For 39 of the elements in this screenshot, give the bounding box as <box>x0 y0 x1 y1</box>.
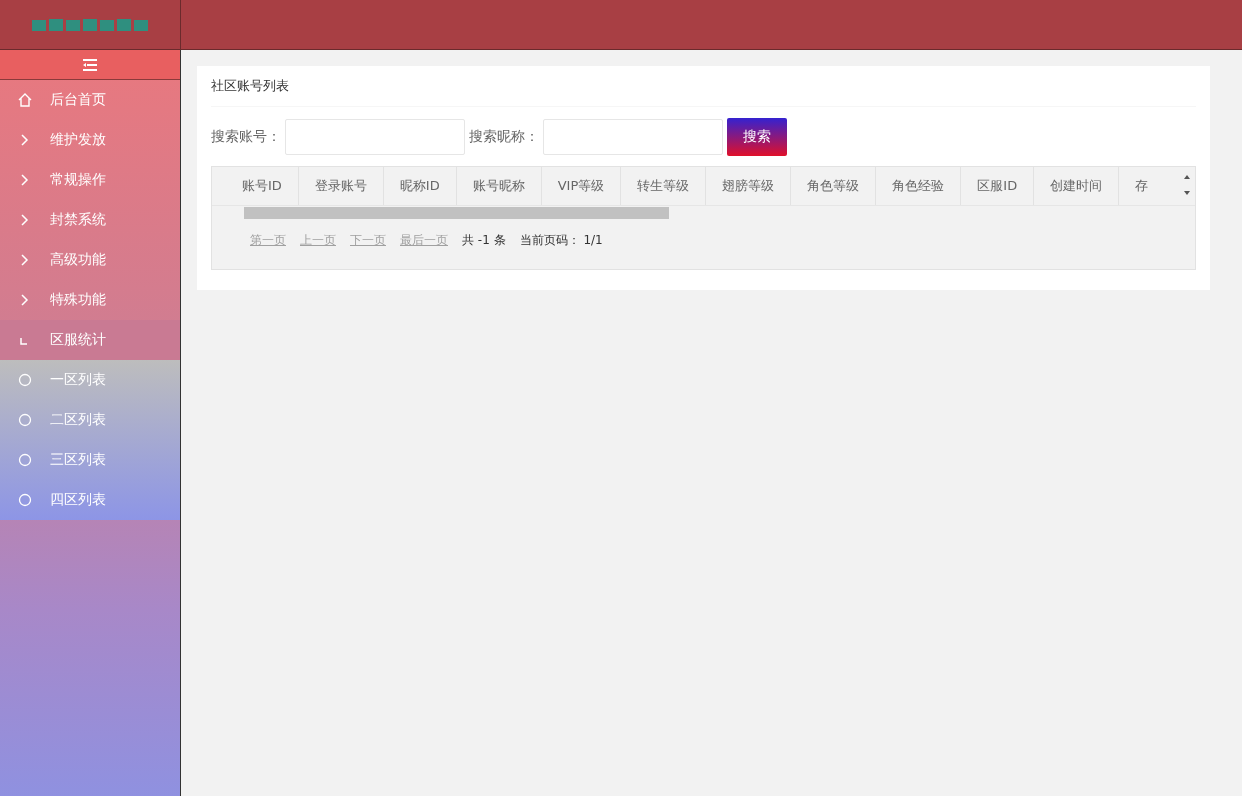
column-header: 区服ID <box>961 167 1035 205</box>
nav-subitem[interactable]: 一区列表 <box>0 360 180 400</box>
page-indicator: 当前页码： 1/1 <box>519 232 603 249</box>
total-count: 共 -1 条 <box>462 232 506 249</box>
nav-item[interactable]: 区服统计 <box>0 320 180 360</box>
circle-icon <box>18 413 32 427</box>
circle-icon <box>18 493 32 507</box>
column-header: 创建时间 <box>1034 167 1120 205</box>
search-field[interactable] <box>285 119 465 155</box>
nav-item[interactable]: 特殊功能 <box>0 280 180 320</box>
nav-subitem[interactable]: 四区列表 <box>0 480 180 520</box>
nav-item[interactable]: 封禁系统 <box>0 200 180 240</box>
sidebar-toggle[interactable] <box>0 50 180 80</box>
column-header: 转生等级 <box>621 167 707 205</box>
search-label: 搜索账号： <box>211 128 281 146</box>
nav-item[interactable]: 高级功能 <box>0 240 180 280</box>
column-header: 账号昵称 <box>456 167 542 205</box>
column-header: 账号ID <box>226 167 299 205</box>
column-header: 角色等级 <box>791 167 877 205</box>
search-label: 搜索昵称： <box>469 128 539 146</box>
search-field[interactable] <box>543 119 723 155</box>
column-header: VIP等级 <box>541 167 622 205</box>
column-header: 翅膀等级 <box>706 167 792 205</box>
nav-item[interactable]: 常规操作 <box>0 160 180 200</box>
nav-subitem[interactable]: 三区列表 <box>0 440 180 480</box>
column-header: 存 <box>1134 177 1149 195</box>
column-header: 角色经验 <box>876 167 962 205</box>
logo-icon <box>32 16 148 33</box>
search-button[interactable]: 搜索 <box>727 118 787 156</box>
column-header: 登录账号 <box>298 167 384 205</box>
menu-icon <box>83 58 97 71</box>
home-icon <box>18 93 32 107</box>
circle-icon <box>18 373 32 387</box>
nav-item[interactable]: 维护发放 <box>0 120 180 160</box>
nav-item[interactable]: 后台首页 <box>0 80 180 120</box>
panel-title: 社区账号列表 <box>211 66 1196 107</box>
circle-icon <box>18 453 32 467</box>
nav-subitem[interactable]: 二区列表 <box>0 400 180 440</box>
column-header: 昵称ID <box>383 167 457 205</box>
